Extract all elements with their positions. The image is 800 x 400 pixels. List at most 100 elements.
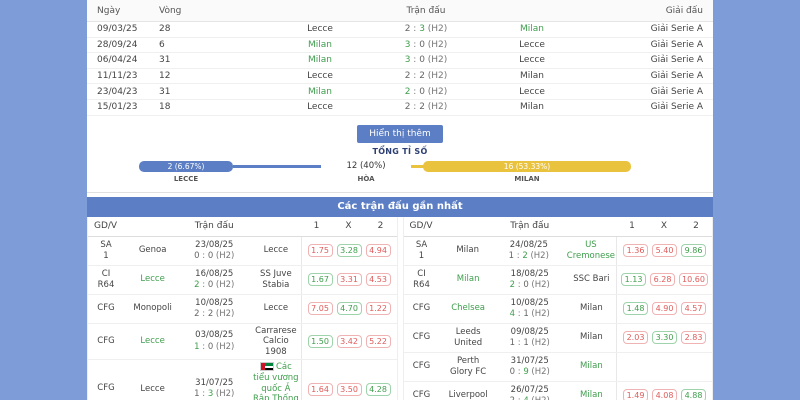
odds-value[interactable]: 2.83 bbox=[681, 331, 706, 344]
odds-value[interactable]: 1.50 bbox=[308, 335, 333, 348]
score-line: 1 : 3 (H2) bbox=[177, 389, 251, 400]
odds-cell: 1.75 3.28 4.94 bbox=[301, 237, 397, 265]
odds-value[interactable]: 4.28 bbox=[366, 383, 391, 396]
col-header-gdv: GD/V bbox=[88, 221, 128, 231]
score-cell: 3 : 0 (H2) bbox=[381, 55, 471, 65]
odds-value[interactable]: 10.60 bbox=[679, 273, 708, 286]
match-date: 06/04/24 bbox=[87, 55, 159, 65]
odds-value[interactable]: 9.86 bbox=[681, 244, 706, 257]
away-team: Milan bbox=[471, 71, 593, 81]
home-team: Lecce bbox=[259, 24, 381, 34]
score-line: 2 : 0 (H2) bbox=[177, 280, 251, 291]
odds-value[interactable]: 1.49 bbox=[623, 389, 648, 400]
odds-value[interactable]: 1.75 bbox=[308, 244, 333, 257]
match-date: 03/08/25 bbox=[177, 330, 251, 341]
score-line: 4 : 1 (H2) bbox=[493, 309, 567, 320]
recent-match-row: CFGLecce31/07/251 : 3 (H2)Các tiểu vương… bbox=[88, 360, 397, 400]
odds-value[interactable]: 4.70 bbox=[337, 302, 362, 315]
match-date: 10/08/25 bbox=[177, 298, 251, 309]
odds-value[interactable]: 3.31 bbox=[337, 273, 362, 286]
odds-value[interactable]: 3.30 bbox=[652, 331, 677, 344]
odds-value[interactable]: 3.42 bbox=[337, 335, 362, 348]
h2h-table: Ngày Vòng Trận đấu Giải đấu 09/03/2528Le… bbox=[87, 0, 713, 116]
odds-value[interactable]: 4.90 bbox=[652, 302, 677, 315]
odds-value[interactable]: 4.88 bbox=[681, 389, 706, 400]
odds-value[interactable]: 1.48 bbox=[623, 302, 648, 315]
away-team: Milan bbox=[567, 359, 616, 374]
recent-match-row: SA1Genoa23/08/250 : 0 (H2)Lecce1.753.284… bbox=[88, 237, 397, 266]
match-date: 10/08/25 bbox=[493, 298, 567, 309]
odds-cell: 1.48 4.90 4.57 bbox=[616, 295, 712, 323]
match-score: 2 : 0 (H2) bbox=[510, 280, 550, 290]
match-date: 15/01/23 bbox=[87, 102, 159, 112]
date-score-cell: 10/08/252 : 2 (H2) bbox=[177, 298, 251, 320]
odds-value[interactable]: 1.36 bbox=[623, 244, 648, 257]
away-team: Lecce bbox=[471, 40, 593, 50]
recent-match-row: CFGLeeds United09/08/251 : 1 (H2)Milan2.… bbox=[404, 324, 713, 353]
odds-value[interactable]: 4.57 bbox=[681, 302, 706, 315]
match-competition: SA1 bbox=[88, 240, 128, 262]
match-score: 2 : 4 (H2) bbox=[510, 396, 550, 400]
recent-match-row: CIR64Milan18/08/252 : 0 (H2)SSC Bari1.13… bbox=[404, 266, 713, 295]
h2h-match-row: 06/04/2431Milan3 : 0 (H2)LecceGiải Serie… bbox=[87, 53, 713, 69]
col-header-match: Trận đấu bbox=[128, 221, 301, 231]
recent-match-row: CFGChelsea10/08/254 : 1 (H2)Milan1.484.9… bbox=[404, 295, 713, 324]
match-competition: CFG bbox=[404, 361, 444, 372]
away-team: Lecce bbox=[471, 55, 593, 65]
odds-value[interactable]: 1.64 bbox=[308, 383, 333, 396]
match-competition: SA1 bbox=[404, 240, 444, 262]
main-content: Ngày Vòng Trận đấu Giải đấu 09/03/2528Le… bbox=[87, 0, 713, 400]
match-date: 28/09/24 bbox=[87, 40, 159, 50]
date-score-cell: 03/08/251 : 0 (H2) bbox=[177, 330, 251, 352]
recent-tables: GD/V Trận đấu 1 X 2 SA1Genoa23/08/250 : … bbox=[87, 217, 713, 400]
home-team: Milan bbox=[259, 87, 381, 97]
match-date: 18/08/25 bbox=[493, 269, 567, 280]
match-date: 31/07/25 bbox=[493, 356, 567, 367]
odds-value[interactable]: 3.28 bbox=[337, 244, 362, 257]
milan-table-header: GD/V Trận đấu 1 X 2 bbox=[404, 217, 713, 237]
odds-value[interactable]: 1.22 bbox=[366, 302, 391, 315]
odds-cell: 1.13 6.28 10.60 bbox=[616, 266, 712, 294]
draw-bar-label: HÒA bbox=[321, 175, 411, 183]
col-header-1: 1 bbox=[616, 221, 648, 231]
odds-cell: 1.64 3.50 4.28 bbox=[301, 360, 397, 400]
odds-value[interactable]: 5.40 bbox=[652, 244, 677, 257]
draw-count: 12 (40%) bbox=[321, 161, 411, 171]
odds-value[interactable]: 1.67 bbox=[308, 273, 333, 286]
h2h-table-header: Ngày Vòng Trận đấu Giải đấu bbox=[87, 0, 713, 22]
match-score: 2 : 0 (H2) bbox=[194, 280, 234, 290]
odds-value[interactable]: 7.05 bbox=[308, 302, 333, 315]
date-score-cell: 26/07/252 : 4 (H2) bbox=[493, 385, 567, 400]
home-team: Leeds United bbox=[444, 325, 493, 350]
odds-value[interactable]: 6.28 bbox=[650, 273, 675, 286]
score-cell: 2 : 2 (H2) bbox=[381, 102, 471, 112]
match-league: Giải Serie A bbox=[593, 40, 713, 50]
match-league: Giải Serie A bbox=[593, 87, 713, 97]
score-line: 1 : 2 (H2) bbox=[492, 251, 566, 262]
recent-match-row: SA1Milan24/08/251 : 2 (H2)US Cremonese1.… bbox=[404, 237, 713, 266]
odds-value[interactable]: 1.13 bbox=[621, 273, 646, 286]
total-score-title: TỔNG TỈ SỐ bbox=[87, 147, 713, 156]
match-competition: CFG bbox=[88, 383, 128, 394]
col-header-gdv: GD/V bbox=[404, 221, 444, 231]
recent-match-row: CFGMonopoli10/08/252 : 2 (H2)Lecce7.054.… bbox=[88, 295, 397, 324]
h2h-match-row: 15/01/2318Lecce2 : 2 (H2)MilanGiải Serie… bbox=[87, 100, 713, 116]
odds-value[interactable]: 4.53 bbox=[366, 273, 391, 286]
odds-col-headers: 1 X 2 bbox=[301, 221, 397, 231]
match-date: 23/08/25 bbox=[177, 240, 251, 251]
odds-value[interactable]: 4.08 bbox=[652, 389, 677, 400]
match-score: 0 : 9 (H2) bbox=[510, 367, 550, 377]
match-competition: CFG bbox=[88, 303, 128, 314]
match-score: 1 : 3 (H2) bbox=[194, 389, 234, 399]
show-more-row: Hiển thị thêm bbox=[87, 121, 713, 143]
match-round: 6 bbox=[159, 40, 259, 50]
home-team: Monopoli bbox=[128, 301, 177, 316]
odds-value[interactable]: 4.94 bbox=[366, 244, 391, 257]
odds-value[interactable]: 3.50 bbox=[337, 383, 362, 396]
home-team: Milan bbox=[444, 243, 492, 258]
score-line: 2 : 4 (H2) bbox=[493, 396, 567, 400]
odds-value[interactable]: 5.22 bbox=[366, 335, 391, 348]
odds-value[interactable]: 2.03 bbox=[623, 331, 648, 344]
away-team: Carrarese Calcio 1908 bbox=[251, 324, 300, 360]
show-more-button[interactable]: Hiển thị thêm bbox=[357, 125, 443, 143]
